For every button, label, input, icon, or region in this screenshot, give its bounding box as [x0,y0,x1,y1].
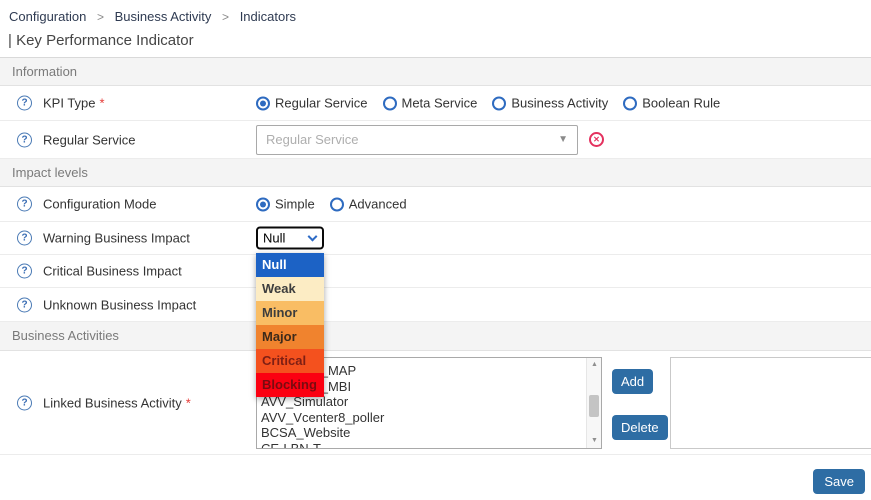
critical-impact-label-wrap: ? Critical Business Impact [17,264,182,279]
kpi-type-label-wrap: ? KPI Type * [17,96,105,111]
dropdown-option-critical[interactable]: Critical [256,349,324,373]
list-item[interactable]: CE-LBN-T [261,441,601,449]
radio-simple[interactable]: Simple [256,197,315,212]
radio-selected-icon [256,96,270,110]
linked-activity-label-wrap: ? Linked Business Activity * [17,395,191,410]
required-asterisk: * [186,395,191,410]
breadcrumb-business-activity[interactable]: Business Activity [115,9,212,24]
breadcrumb-separator: > [97,10,104,24]
configuration-mode-label-wrap: ? Configuration Mode [17,197,156,212]
chevron-down-icon [308,232,318,242]
scroll-up-icon[interactable]: ▲ [587,358,602,372]
scroll-down-icon[interactable]: ▼ [587,434,602,448]
configuration-mode-label: Configuration Mode [43,197,156,212]
form-footer: Save [0,455,871,494]
help-icon[interactable]: ? [17,297,32,312]
kpi-configuration-page: Configuration > Business Activity > Indi… [0,0,871,500]
warning-impact-control: Null [256,227,324,250]
row-warning-business-impact: ? Warning Business Impact Null [0,222,871,255]
breadcrumb-configuration[interactable]: Configuration [9,9,86,24]
row-regular-service: ? Regular Service Regular Service ▼ ✕ [0,121,871,159]
regular-service-label: Regular Service [43,132,136,147]
radio-label: Advanced [349,197,407,212]
radio-icon [330,197,344,211]
list-scrollbar[interactable]: ▲ ▼ [586,358,601,448]
selected-activities-list[interactable] [670,357,871,449]
radio-advanced[interactable]: Advanced [330,197,407,212]
scrollbar-thumb[interactable] [589,395,599,417]
warning-impact-value: Null [263,231,285,246]
delete-button[interactable]: Delete [612,415,668,440]
row-critical-business-impact: ? Critical Business Impact [0,255,871,288]
help-icon[interactable]: ? [17,197,32,212]
dropdown-option-major[interactable]: Major [256,325,324,349]
linked-activity-control: AVV_Prod_MAP AVV_Prod_MBI AVV_Simulator … [256,357,871,449]
list-item[interactable]: BCSA_Website [261,425,601,441]
help-icon[interactable]: ? [17,395,32,410]
kpi-form: Information ? KPI Type * Regular Service… [0,57,871,494]
dropdown-option-null[interactable]: Null [256,253,324,277]
save-button[interactable]: Save [813,469,865,494]
radio-label: Simple [275,197,315,212]
page-title: | Key Performance Indicator [8,32,871,49]
add-button[interactable]: Add [612,369,653,394]
row-linked-business-activity: ? Linked Business Activity * AVV_Prod_MA… [0,351,871,455]
help-icon[interactable]: ? [17,96,32,111]
row-kpi-type: ? KPI Type * Regular Service Meta Servic… [0,86,871,121]
section-header-information: Information [0,58,871,86]
warning-impact-label: Warning Business Impact [43,231,190,246]
unknown-impact-label-wrap: ? Unknown Business Impact [17,297,196,312]
warning-impact-dropdown: Null Weak Minor Major Critical Blocking [256,253,324,397]
radio-label: Business Activity [511,96,608,111]
list-item[interactable]: AVV_Vcenter8_poller [261,410,601,426]
section-header-impact-levels: Impact levels [0,159,871,187]
required-asterisk: * [100,96,105,111]
dropdown-option-blocking[interactable]: Blocking [256,373,324,397]
warning-impact-label-wrap: ? Warning Business Impact [17,231,190,246]
row-configuration-mode: ? Configuration Mode Simple Advanced [0,187,871,222]
kpi-type-label: KPI Type [43,96,96,111]
radio-regular-service[interactable]: Regular Service [256,96,368,111]
configuration-mode-radio-group: Simple Advanced [256,197,422,212]
row-unknown-business-impact: ? Unknown Business Impact [0,288,871,322]
breadcrumb-indicators[interactable]: Indicators [240,9,296,24]
caret-down-icon: ▼ [558,134,568,145]
linked-activity-label: Linked Business Activity [43,395,182,410]
unknown-impact-label: Unknown Business Impact [43,297,196,312]
radio-icon [492,96,506,110]
dropdown-option-weak[interactable]: Weak [256,277,324,301]
radio-icon [383,96,397,110]
dropdown-option-minor[interactable]: Minor [256,301,324,325]
radio-label: Regular Service [275,96,368,111]
radio-label: Meta Service [402,96,478,111]
breadcrumb: Configuration > Business Activity > Indi… [0,0,871,24]
radio-boolean-rule[interactable]: Boolean Rule [623,96,720,111]
regular-service-label-wrap: ? Regular Service [17,132,136,147]
list-buttons: Add Delete [612,369,660,449]
regular-service-control: Regular Service ▼ ✕ [256,125,604,155]
clear-selection-icon[interactable]: ✕ [589,132,604,147]
breadcrumb-separator: > [222,10,229,24]
help-icon[interactable]: ? [17,264,32,279]
radio-icon [623,96,637,110]
kpi-type-radio-group: Regular Service Meta Service Business Ac… [256,96,735,111]
help-icon[interactable]: ? [17,132,32,147]
critical-impact-label: Critical Business Impact [43,264,182,279]
radio-business-activity[interactable]: Business Activity [492,96,608,111]
section-header-business-activities: Business Activities [0,322,871,351]
regular-service-select[interactable]: Regular Service ▼ [256,125,578,155]
help-icon[interactable]: ? [17,231,32,246]
radio-meta-service[interactable]: Meta Service [383,96,478,111]
regular-service-placeholder: Regular Service [266,132,359,147]
radio-label: Boolean Rule [642,96,720,111]
warning-impact-select[interactable]: Null [256,227,324,250]
radio-selected-icon [256,197,270,211]
